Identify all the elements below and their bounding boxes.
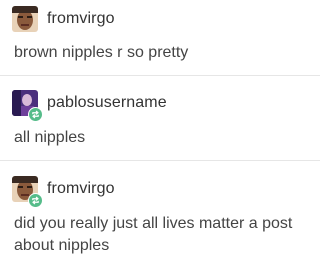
username-link[interactable]: fromvirgo: [47, 10, 115, 28]
reblog-icon: [28, 193, 43, 208]
avatar[interactable]: [12, 90, 43, 122]
username-link[interactable]: fromvirgo: [47, 180, 115, 198]
post-fromvirgo-1: fromvirgo brown nipples r so pretty: [0, 0, 320, 75]
post-header: pablosusername: [12, 90, 167, 122]
post-pablosusername: pablosusername all nipples: [0, 76, 320, 160]
avatar[interactable]: [12, 6, 38, 32]
reblog-thread: fromvirgo brown nipples r so pretty pabl…: [0, 0, 320, 263]
post-text: all nipples: [14, 129, 86, 146]
reblog-icon: [28, 107, 43, 122]
avatar[interactable]: [12, 176, 43, 208]
post-fromvirgo-2: fromvirgo did you really just all lives …: [0, 161, 320, 263]
post-text: brown nipples r so pretty: [14, 44, 189, 61]
username-link[interactable]: pablosusername: [47, 94, 167, 112]
post-header: fromvirgo: [12, 6, 115, 32]
post-header: fromvirgo: [12, 176, 115, 208]
post-text: did you really just all lives matter a p…: [14, 215, 293, 254]
face-avatar-icon: [12, 6, 38, 32]
